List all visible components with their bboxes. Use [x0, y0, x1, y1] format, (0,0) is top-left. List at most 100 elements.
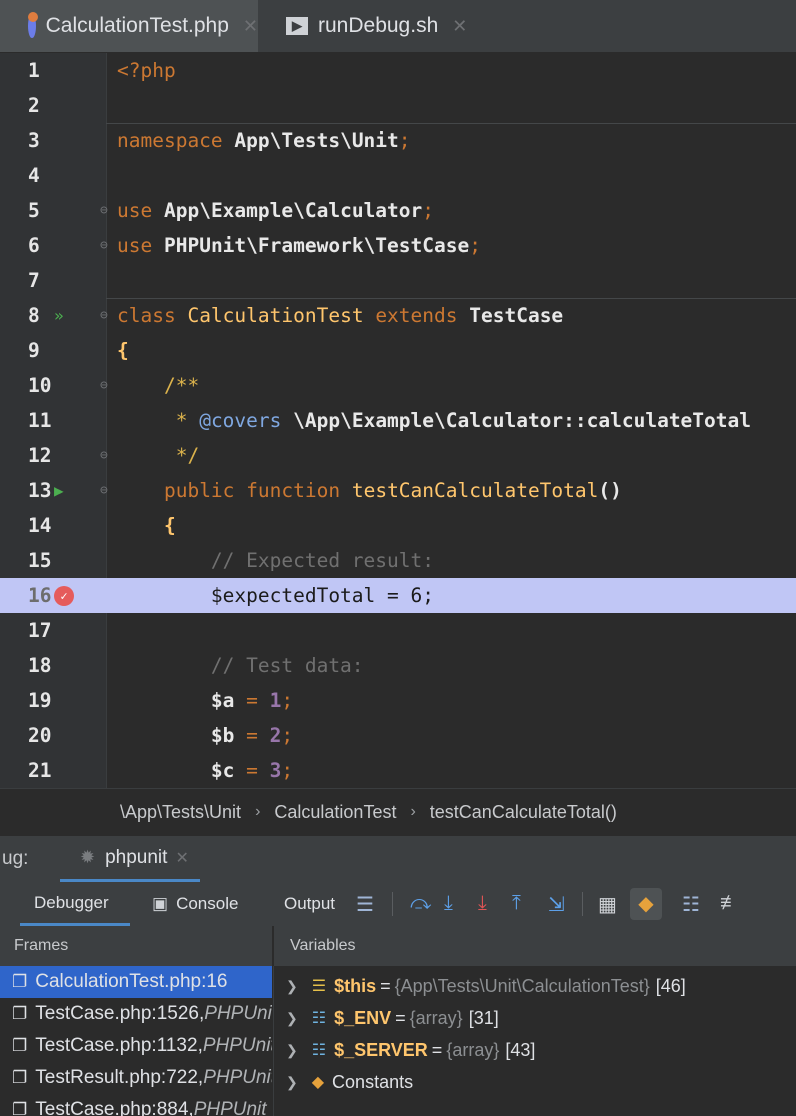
code-text: {: [117, 339, 129, 362]
tab-label: Console: [176, 894, 239, 913]
code-line[interactable]: 12 ⊖ */: [0, 438, 796, 473]
close-icon[interactable]: ✕: [452, 16, 467, 37]
evaluate-expression-icon[interactable]: ▦: [598, 892, 617, 917]
fold-icon[interactable]: ⊖: [100, 203, 108, 218]
frames-title: Frames: [14, 937, 69, 954]
code-line[interactable]: 15 // Expected result:: [0, 543, 796, 578]
editor-tab-bar: CalculationTest.php ✕ ▶ runDebug.sh ✕: [0, 0, 796, 53]
frame-item[interactable]: ❐ TestCase.php:1132, PHPUnit: [0, 1030, 272, 1062]
code-line[interactable]: 13 ▶ ⊖ public function testCanCalculateT…: [0, 473, 796, 508]
expand-arrow-icon[interactable]: ❯: [286, 1042, 298, 1059]
function-name: testCanCalculateTotal: [351, 479, 599, 502]
expand-arrow-icon[interactable]: ❯: [286, 1010, 298, 1027]
frame-icon: ❐: [12, 1068, 28, 1087]
breadcrumb-method[interactable]: testCanCalculateTotal(): [430, 802, 617, 823]
variable: $a: [210, 689, 235, 712]
code-line[interactable]: 1 <?php: [0, 53, 796, 88]
force-step-into-icon[interactable]: ⤓: [478, 892, 487, 915]
variables-list[interactable]: ❯ ☰ $this = {App\Tests\Unit\CalculationT…: [273, 966, 796, 1116]
code-line[interactable]: 10 ⊖ /**: [0, 368, 796, 403]
fold-end-icon[interactable]: ⊖: [100, 238, 108, 253]
run-to-cursor-icon[interactable]: ⇲: [548, 892, 565, 917]
code-editor[interactable]: 1 <?php 2 3 namespace App\Tests\Unit; 4 …: [0, 53, 796, 788]
tab-run-debug[interactable]: ▶ runDebug.sh ✕: [258, 0, 528, 52]
code-line[interactable]: 3 namespace App\Tests\Unit;: [0, 123, 796, 158]
semicolon: ;: [281, 759, 294, 782]
line-number: 12: [28, 444, 52, 467]
code-line[interactable]: 20 $b = 2;: [0, 718, 796, 753]
step-over-icon[interactable]: ⤼: [410, 892, 431, 915]
variable-name: $this: [334, 975, 377, 996]
variable-row[interactable]: ❯ ☷ $_ENV = {array} [31]: [274, 1002, 796, 1034]
array-icon: ☷: [311, 1042, 327, 1059]
constants-toggle-icon[interactable]: ◆: [630, 888, 662, 920]
constants-icon: ◆: [311, 1074, 325, 1091]
code-line[interactable]: 2: [0, 88, 796, 123]
tab-output[interactable]: Output: [284, 882, 335, 926]
breadcrumb-namespace[interactable]: \App\Tests\Unit: [120, 802, 241, 823]
tab-calculation-test[interactable]: CalculationTest.php ✕: [0, 0, 258, 52]
expand-arrow-icon[interactable]: ❯: [286, 978, 298, 995]
breadcrumb-class[interactable]: CalculationTest: [274, 802, 396, 823]
breadcrumb: \App\Tests\Unit › CalculationTest › test…: [0, 788, 796, 835]
list-icon[interactable]: ☷: [682, 892, 700, 917]
frame-item[interactable]: ❐ TestResult.php:722, PHPUnit: [0, 1062, 272, 1094]
tab-debugger[interactable]: Debugger: [20, 882, 130, 926]
keyword: extends: [375, 304, 458, 327]
frames-list[interactable]: ❐ CalculationTest.php:16 ❐ TestCase.php:…: [0, 966, 272, 1116]
frame-item[interactable]: ❐ CalculationTest.php:16: [0, 966, 272, 998]
code-line[interactable]: 5 ⊖ use App\Example\Calculator;: [0, 193, 796, 228]
variable-row[interactable]: ❯ ☷ $_SERVER = {array} [43]: [274, 1034, 796, 1066]
code-line[interactable]: 6 ⊖ use PHPUnit\Framework\TestCase;: [0, 228, 796, 263]
frame-icon: ❐: [12, 972, 28, 991]
chevron-right-icon: ›: [410, 803, 416, 820]
variable-type: {array}: [446, 1039, 500, 1060]
brace: {: [117, 339, 129, 362]
array-icon: ☷: [311, 1010, 327, 1027]
code-text: */: [117, 444, 199, 467]
current-execution-line[interactable]: 16 ✓ $expectedTotal = 6;: [0, 578, 796, 613]
variables-header: Variables: [273, 926, 796, 966]
fold-icon[interactable]: ⊖: [100, 308, 108, 323]
line-number: 17: [28, 619, 52, 642]
fold-icon[interactable]: ⊖: [100, 378, 108, 393]
breakpoint-icon[interactable]: ✓: [54, 585, 74, 606]
variable-row[interactable]: ❯ ◆ Constants: [274, 1066, 796, 1098]
fold-end-icon[interactable]: ⊖: [100, 448, 108, 463]
code-line[interactable]: 18 // Test data:: [0, 648, 796, 683]
object-icon: ☰: [311, 978, 327, 995]
expand-arrow-icon[interactable]: ❯: [286, 1074, 298, 1091]
code-line[interactable]: 8 » ⊖ class CalculationTest extends Test…: [0, 298, 796, 333]
session-tab-phpunit[interactable]: ✹ phpunit ✕: [60, 836, 200, 882]
variable-row[interactable]: ❯ ☰ $this = {App\Tests\Unit\CalculationT…: [274, 970, 796, 1002]
frame-namespace: PHPUnit: [204, 1003, 272, 1024]
fold-icon[interactable]: ⊖: [100, 483, 108, 498]
code-line[interactable]: 4: [0, 158, 796, 193]
code-line[interactable]: 9 {: [0, 333, 796, 368]
frame-file: TestCase.php:1526,: [35, 1003, 205, 1024]
line-number: 11: [28, 409, 52, 432]
tab-console[interactable]: ▣ Console: [152, 882, 238, 926]
run-test-icon[interactable]: ▶: [54, 481, 64, 500]
close-icon[interactable]: ✕: [175, 848, 188, 868]
code-line[interactable]: 14 {: [0, 508, 796, 543]
frame-item[interactable]: ❐ TestCase.php:1526, PHPUnit: [0, 998, 272, 1030]
code-text: $c = 3;: [117, 759, 293, 782]
close-icon[interactable]: ✕: [243, 16, 258, 37]
step-into-icon[interactable]: ⤓: [444, 892, 453, 915]
frame-namespace: PHPUnit: [203, 1067, 272, 1088]
run-tests-icon[interactable]: »: [54, 306, 64, 325]
comment: // Expected result:: [210, 549, 434, 572]
code-line[interactable]: 22: [0, 781, 796, 788]
menu-icon[interactable]: ☰: [356, 892, 374, 917]
parens: (): [598, 479, 622, 502]
frame-item[interactable]: ❐ TestCase.php:884, PHPUnit: [0, 1094, 272, 1116]
add-watch-icon[interactable]: ≢: [720, 892, 740, 915]
code-line[interactable]: 11 * @covers \App\Example\Calculator::ca…: [0, 403, 796, 438]
code-line[interactable]: 7: [0, 263, 796, 298]
step-out-icon[interactable]: ⤒: [512, 892, 521, 915]
variable-count: [31]: [468, 1007, 499, 1028]
code-line[interactable]: 19 $a = 1;: [0, 683, 796, 718]
code-line[interactable]: 17: [0, 613, 796, 648]
debug-panels: Frames Variables ❐ CalculationTest.php:1…: [0, 926, 796, 1116]
